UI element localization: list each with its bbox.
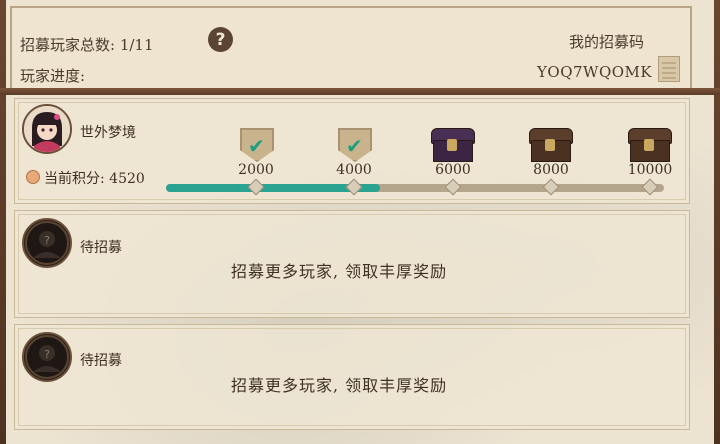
claimed-shield-icon[interactable]: ✔ [332, 128, 376, 162]
milestone-value: 6000 [435, 162, 471, 178]
player-name: 世外梦境 [80, 125, 136, 141]
total-recruited-text: 招募玩家总数: 1/11 [20, 36, 154, 54]
brown-chest-icon[interactable] [628, 128, 672, 162]
recruit-code-value: YOQ7WQOMK [537, 63, 653, 81]
brown-chest-icon[interactable] [529, 128, 573, 162]
copy-icon[interactable] [658, 56, 680, 82]
points-progress-bar [166, 184, 664, 192]
player-progress-label: 玩家进度: [20, 67, 86, 85]
milestone-value: 4000 [336, 162, 372, 178]
purple-chest-icon[interactable] [431, 128, 475, 162]
recruit-summary-panel: 招募玩家总数: 1/11 玩家进度: 我的招募码 YOQ7WQOMK [10, 6, 692, 90]
claimed-shield-icon[interactable]: ✔ [234, 128, 278, 162]
svg-text:?: ? [44, 234, 50, 247]
question-mark-icon[interactable]: ? [208, 27, 233, 52]
my-code-label: 我的招募码 [569, 33, 645, 51]
current-points-text: 当前积分: 4520 [44, 171, 145, 187]
milestone-value: 10000 [627, 162, 673, 178]
slot-status-label: 待招募 [80, 240, 122, 256]
slot-message: 招募更多玩家, 领取丰厚奖励 [231, 262, 448, 281]
slot-message: 招募更多玩家, 领取丰厚奖励 [231, 376, 448, 395]
header-divider [0, 88, 720, 95]
milestone-value: 8000 [533, 162, 569, 178]
player-avatar[interactable] [22, 104, 72, 154]
empty-avatar-icon: ? [22, 332, 72, 382]
empty-avatar-icon: ? [22, 218, 72, 268]
points-icon [26, 170, 40, 184]
milestone-value: 2000 [238, 162, 274, 178]
svg-text:?: ? [44, 348, 50, 361]
slot-status-label: 待招募 [80, 353, 122, 369]
